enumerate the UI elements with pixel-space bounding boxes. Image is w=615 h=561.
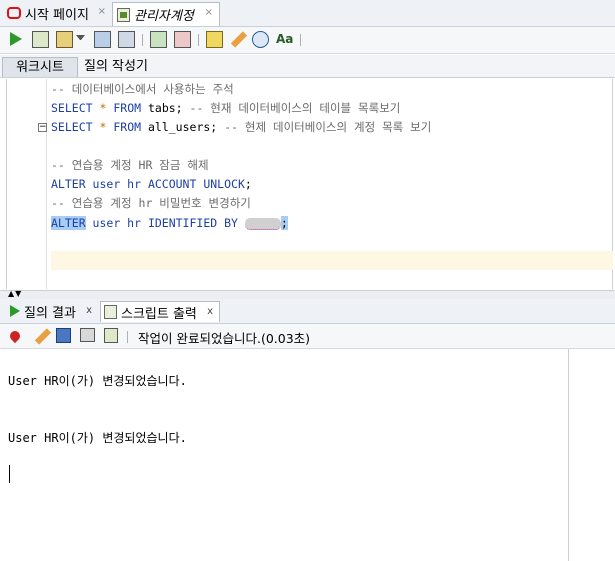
run-icon bbox=[10, 305, 20, 317]
run-statement-icon[interactable] bbox=[10, 32, 22, 46]
output-margin-line bbox=[568, 349, 569, 561]
tab-label: 스크립트 출력 bbox=[121, 306, 197, 322]
redacted-password bbox=[244, 217, 281, 230]
code-line-3[interactable]: SELECT * FROM all_users; -- 현제 데이터베이스의 계… bbox=[51, 119, 431, 135]
asterisk: * bbox=[99, 101, 107, 115]
tab-query-builder[interactable]: 질의 작성기 bbox=[84, 57, 148, 76]
output-script-icon[interactable] bbox=[104, 328, 118, 343]
tab-worksheet[interactable]: 워크시트 bbox=[2, 57, 78, 77]
gutter-divider bbox=[46, 79, 47, 289]
close-icon[interactable]: × bbox=[205, 7, 213, 18]
explain-plan-icon[interactable] bbox=[94, 31, 111, 48]
keyword: FROM bbox=[113, 101, 142, 115]
toolbar-separator bbox=[198, 34, 199, 46]
tab-label: 질의 결과 bbox=[24, 305, 76, 321]
code-line-7[interactable]: -- 연습용 계정 hr 비밀번호 변경하기 bbox=[51, 195, 251, 211]
code-text: ; bbox=[280, 216, 288, 230]
code-text: user hr bbox=[85, 216, 148, 230]
text-caret bbox=[9, 465, 10, 483]
toolbar-separator bbox=[300, 34, 301, 46]
sql-worksheet-icon bbox=[117, 7, 130, 22]
close-icon[interactable]: × bbox=[98, 6, 106, 17]
script-icon bbox=[104, 305, 117, 319]
code-line-8[interactable]: ALTER user hr IDENTIFIED BY ; bbox=[51, 215, 288, 231]
keyword: SELECT bbox=[51, 120, 93, 134]
commit-icon[interactable] bbox=[150, 31, 167, 48]
output-line: User HR이(가) 변경되었습니다. bbox=[8, 431, 187, 445]
code-line-1[interactable]: -- 데이터베이스에서 사용하는 주석 bbox=[51, 81, 234, 97]
close-icon[interactable]: x bbox=[207, 306, 213, 317]
output-toolbar: 작업이 완료되었습니다.(0.03초) bbox=[0, 324, 615, 349]
keyword: SELECT bbox=[51, 101, 93, 115]
status-text: 작업이 완료되었습니다.(0.03초) bbox=[138, 331, 311, 346]
oracle-icon bbox=[7, 7, 21, 19]
history-icon[interactable] bbox=[252, 31, 269, 48]
output-tab-bar: 질의 결과 x 스크립트 출력 x bbox=[0, 299, 615, 324]
asterisk: * bbox=[99, 120, 107, 134]
keyword: IDENTIFIED BY bbox=[147, 216, 238, 230]
document-tab-bar: 시작 페이지 × 관리자계정 × bbox=[0, 0, 615, 27]
code-text: tabs; bbox=[141, 101, 190, 115]
worksheet-subtab-bar: 워크시트 질의 작성기 bbox=[0, 55, 615, 78]
splitter-arrows-icon[interactable]: ▲▼ bbox=[8, 290, 22, 298]
code-line-2[interactable]: SELECT * FROM tabs; -- 현재 데이터베이스의 테이블 목록… bbox=[51, 100, 400, 116]
code-line-5[interactable]: -- 연습용 계정 HR 잠금 해제 bbox=[51, 157, 209, 173]
tab-start-page[interactable]: 시작 페이지 × bbox=[4, 2, 112, 24]
tab-label: 시작 페이지 bbox=[25, 7, 89, 23]
format-icon[interactable]: Aa bbox=[276, 31, 293, 48]
current-line-highlight bbox=[51, 251, 613, 270]
code-text: ; bbox=[244, 177, 252, 191]
sql-icon[interactable] bbox=[206, 31, 223, 48]
run-script-icon[interactable] bbox=[32, 31, 49, 48]
tab-query-result[interactable]: 질의 결과 x bbox=[6, 301, 98, 321]
code-text: all_users; bbox=[141, 120, 225, 134]
output-line: User HR이(가) 변경되었습니다. bbox=[8, 374, 187, 388]
pin-icon[interactable] bbox=[7, 328, 23, 344]
close-icon[interactable]: x bbox=[86, 305, 92, 316]
keyword: ALTER bbox=[51, 177, 86, 191]
comment: -- 현제 데이터베이스의 계정 목록 보기 bbox=[224, 120, 432, 134]
keyword: ALTER bbox=[51, 216, 86, 230]
toolbar-separator bbox=[142, 34, 143, 46]
comment: -- 현재 데이터베이스의 테이블 목록보기 bbox=[189, 101, 401, 115]
clear-icon[interactable] bbox=[230, 31, 248, 48]
tab-admin-account[interactable]: 관리자계정 × bbox=[112, 2, 220, 26]
dropdown-icon[interactable] bbox=[76, 35, 85, 44]
clear-output-icon[interactable] bbox=[34, 328, 52, 345]
worksheet-toolbar: Aa bbox=[0, 27, 615, 54]
autotrace-icon[interactable] bbox=[56, 31, 73, 48]
sql-tuning-icon[interactable] bbox=[118, 31, 135, 48]
tab-label: 관리자계정 bbox=[134, 9, 194, 24]
tab-script-output[interactable]: 스크립트 출력 x bbox=[100, 301, 220, 322]
save-icon[interactable] bbox=[56, 328, 71, 343]
print-icon[interactable] bbox=[80, 328, 95, 342]
keyword: ACCOUNT UNLOCK bbox=[147, 177, 245, 191]
toolbar-separator bbox=[127, 331, 128, 343]
code-line-6[interactable]: ALTER user hr ACCOUNT UNLOCK; bbox=[51, 176, 252, 192]
code-text: user hr bbox=[85, 177, 148, 191]
keyword: FROM bbox=[113, 120, 142, 134]
fold-collapse-icon[interactable]: − bbox=[38, 123, 47, 132]
rollback-icon[interactable] bbox=[174, 31, 191, 48]
